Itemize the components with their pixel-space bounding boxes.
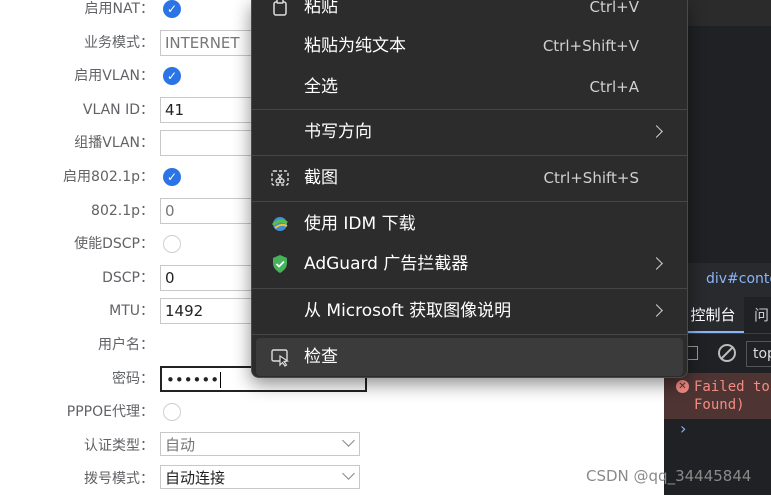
menu-label: 粘贴 xyxy=(304,0,338,17)
menu-label: 从 Microsoft 获取图像说明 xyxy=(304,301,512,321)
form-label: 认证类型： xyxy=(84,437,154,454)
error-text: Failed to Found) xyxy=(694,379,770,413)
form-label: 使能DSCP： xyxy=(74,236,154,253)
menu-label: AdGuard 广告拦截器 xyxy=(304,254,469,274)
devtools-elements-panel xyxy=(688,0,771,263)
form-label: 启用802.1p： xyxy=(63,169,154,185)
idm-icon xyxy=(271,217,288,231)
checked-checkbox[interactable]: ✓ xyxy=(163,67,181,86)
form-label: 802.1p： xyxy=(91,202,154,219)
menu-shortcut: Ctrl+A xyxy=(589,78,639,96)
console-prompt-icon[interactable]: › xyxy=(680,419,686,438)
checked-checkbox[interactable]: ✓ xyxy=(163,0,181,18)
menu-shortcut: Ctrl+Shift+S xyxy=(543,169,639,187)
unchecked-checkbox[interactable] xyxy=(163,235,181,254)
menu-item-paste-plain[interactable]: 粘贴为纯文本 Ctrl+Shift+V xyxy=(256,27,683,65)
form-label: 启用VLAN： xyxy=(74,68,154,85)
text-cursor xyxy=(220,372,222,389)
menu-separator xyxy=(252,201,687,202)
field-value: 自动 xyxy=(165,435,196,454)
form-label: MTU： xyxy=(109,303,154,320)
field-value: 0 xyxy=(165,268,175,287)
form-label: 密码： xyxy=(112,370,154,387)
menu-label: 截图 xyxy=(304,168,338,188)
adguard-shield-icon xyxy=(273,255,287,273)
field-value: •••••• xyxy=(166,370,220,389)
clear-console-icon[interactable] xyxy=(718,344,736,362)
select-field[interactable]: 自动连接 xyxy=(160,465,360,490)
form-label: VLAN ID： xyxy=(82,101,154,118)
form-label: 拨号模式： xyxy=(84,471,154,488)
tab-issues[interactable]: 问 xyxy=(754,297,769,333)
menu-item-inspect[interactable]: 检查 xyxy=(256,338,683,376)
menu-separator xyxy=(252,109,687,110)
inspect-icon xyxy=(271,349,290,367)
field-value: INTERNET xyxy=(165,33,240,52)
menu-item-writing-direction[interactable]: 书写方向 xyxy=(256,113,683,151)
form-label: PPPOE代理： xyxy=(66,404,154,421)
form-label: 启用NAT： xyxy=(84,1,154,17)
menu-label: 使用 IDM 下载 xyxy=(304,214,416,234)
tab-console[interactable]: 控制台 xyxy=(682,297,744,333)
form-row: 拨号模式： 自动连接 xyxy=(0,463,380,496)
menu-label: 书写方向 xyxy=(304,122,372,142)
field-value: 0 xyxy=(165,201,175,220)
menu-shortcut: Ctrl+Shift+V xyxy=(542,37,639,55)
devtools-breadcrumb[interactable]: div#conte xyxy=(688,263,771,297)
field-value: 41 xyxy=(165,100,185,119)
chevron-right-icon xyxy=(650,304,663,317)
console-error-message: ✕ Failed to Found) xyxy=(664,373,771,419)
form-label: DSCP： xyxy=(102,269,154,286)
menu-label: 检查 xyxy=(304,347,338,367)
context-menu: 粘贴 Ctrl+V 粘贴为纯文本 Ctrl+Shift+V 全选 Ctrl+A … xyxy=(251,0,688,378)
select-field[interactable]: 自动 xyxy=(160,431,360,456)
chevron-right-icon xyxy=(650,125,663,138)
form-label: 业务模式： xyxy=(84,34,154,51)
menu-item-paste[interactable]: 粘贴 Ctrl+V xyxy=(256,0,683,26)
menu-item-idm[interactable]: 使用 IDM 下载 xyxy=(256,205,683,243)
watermark-text: CSDN @qq_34445844 xyxy=(586,467,752,485)
chevron-down-icon xyxy=(342,467,355,481)
chevron-down-icon xyxy=(342,433,355,447)
field-value: 1492 xyxy=(165,302,204,321)
screenshot-icon xyxy=(271,170,289,186)
menu-item-screenshot[interactable]: 截图 Ctrl+Shift+S xyxy=(256,159,683,197)
paste-icon xyxy=(273,0,287,16)
menu-separator xyxy=(252,334,687,335)
unchecked-checkbox[interactable] xyxy=(163,403,181,422)
menu-shortcut: Ctrl+V xyxy=(589,0,639,16)
menu-item-select-all[interactable]: 全选 Ctrl+A xyxy=(256,68,683,106)
error-icon: ✕ xyxy=(676,380,689,393)
menu-separator xyxy=(252,155,687,156)
menu-separator xyxy=(252,288,687,289)
form-label: 组播VLAN： xyxy=(74,135,154,152)
menu-label: 全选 xyxy=(304,77,338,97)
form-label: 用户名： xyxy=(98,337,154,353)
form-row: 认证类型： 自动 xyxy=(0,430,380,463)
menu-item-image-description[interactable]: 从 Microsoft 获取图像说明 xyxy=(256,292,683,330)
form-row: PPPOE代理： xyxy=(0,396,380,429)
chevron-right-icon xyxy=(650,257,663,270)
field-value: 自动连接 xyxy=(165,469,226,488)
checked-checkbox[interactable]: ✓ xyxy=(163,168,181,186)
context-selector[interactable]: top xyxy=(746,341,771,367)
menu-item-adguard[interactable]: AdGuard 广告拦截器 xyxy=(256,245,683,283)
menu-label: 粘贴为纯文本 xyxy=(304,36,406,56)
